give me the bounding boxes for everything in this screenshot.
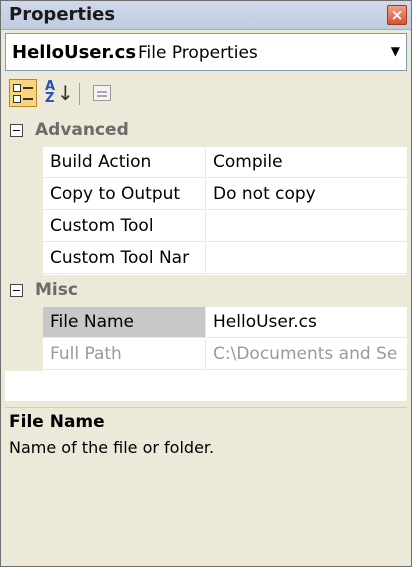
object-selector-dropdown[interactable]: HelloUser.cs File Properties ▼ — [5, 33, 407, 71]
window-title: Properties — [9, 4, 116, 25]
categorized-button[interactable] — [9, 79, 37, 107]
property-pages-icon — [93, 85, 111, 101]
property-value[interactable]: Compile — [207, 147, 407, 178]
collapse-icon[interactable] — [10, 284, 23, 297]
alphabetical-button[interactable]: A Z ↓ — [43, 79, 74, 107]
title-bar: Properties × — [1, 1, 411, 30]
property-row[interactable]: Custom Tool Nar — [5, 243, 407, 275]
category-label: Advanced — [35, 120, 129, 140]
help-description: Name of the file or folder. — [9, 438, 215, 457]
property-value[interactable] — [207, 243, 407, 274]
close-icon: × — [390, 6, 404, 24]
property-pages-button[interactable] — [89, 79, 117, 107]
toolbar-separator — [79, 83, 80, 105]
help-title: File Name — [9, 412, 105, 432]
properties-window: Properties × HelloUser.cs File Propertie… — [0, 0, 412, 567]
property-value[interactable]: Do not copy — [207, 179, 407, 210]
close-button[interactable]: × — [387, 5, 407, 25]
property-name: Build Action — [43, 147, 206, 178]
property-row[interactable]: Build Action Compile — [5, 147, 407, 179]
category-label: Misc — [35, 280, 78, 300]
property-row-disabled[interactable]: Full Path C:\Documents and Se — [5, 339, 407, 371]
property-name: Copy to Output — [43, 179, 206, 210]
object-type: File Properties — [138, 43, 258, 63]
property-name: Full Path — [43, 339, 206, 370]
property-name: Custom Tool Nar — [43, 243, 206, 274]
category-misc[interactable]: Misc — [5, 275, 407, 307]
property-value[interactable] — [207, 211, 407, 242]
property-name: File Name — [43, 307, 206, 338]
property-value[interactable]: C:\Documents and Se — [207, 339, 407, 370]
toolbar: A Z ↓ — [5, 75, 407, 113]
category-advanced[interactable]: Advanced — [5, 115, 407, 147]
property-row[interactable]: Custom Tool — [5, 211, 407, 243]
property-grid: Advanced Build Action Compile Copy to Ou… — [5, 115, 407, 401]
help-pane: File Name Name of the file or folder. — [5, 407, 407, 563]
property-name: Custom Tool — [43, 211, 206, 242]
property-row[interactable]: Copy to Output Do not copy — [5, 179, 407, 211]
collapse-icon[interactable] — [10, 124, 23, 137]
property-value[interactable]: HelloUser.cs — [207, 307, 407, 338]
chevron-down-icon[interactable]: ▼ — [391, 44, 400, 58]
property-row-selected[interactable]: File Name HelloUser.cs — [5, 307, 407, 339]
object-name: HelloUser.cs — [12, 42, 137, 63]
